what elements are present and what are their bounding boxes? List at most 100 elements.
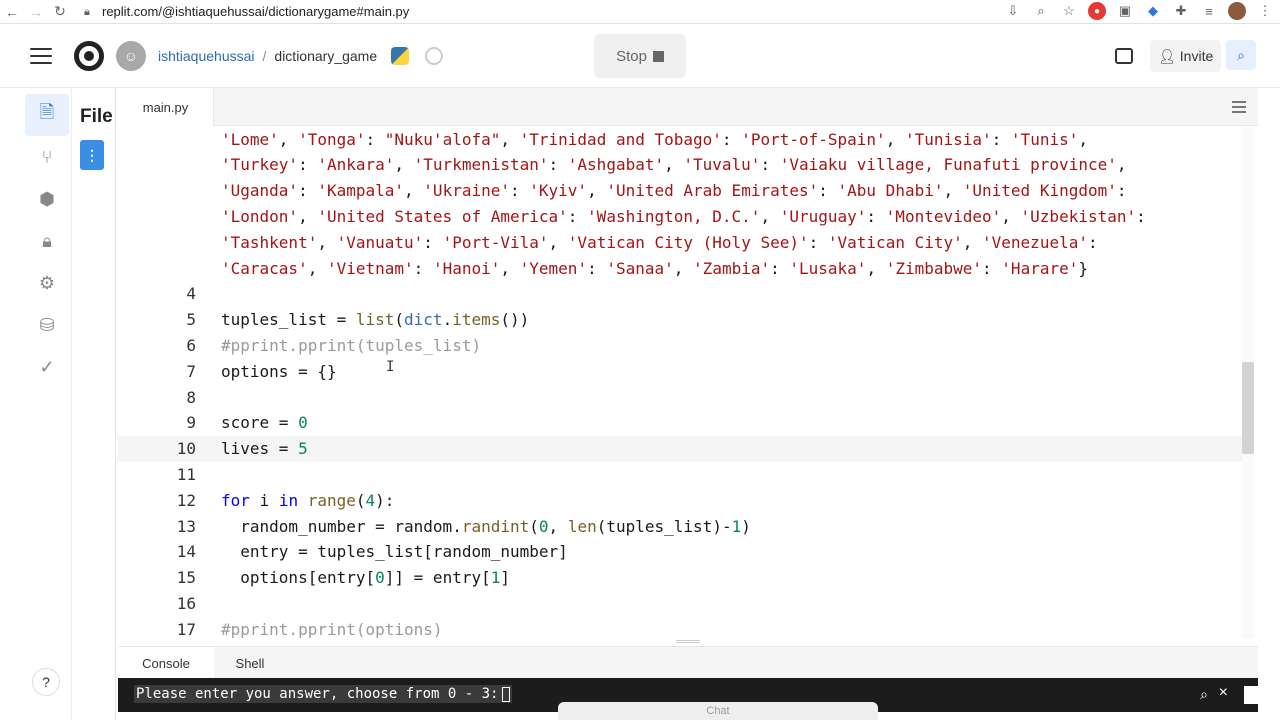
code-text: random_number = random.randint(0, len(tu… [221, 516, 751, 536]
tab-console[interactable]: Console [118, 647, 214, 679]
code-line[interactable]: 17 #pprint.pprint(options) [118, 616, 1242, 638]
code-text: for i in range(4): [221, 490, 395, 510]
user-avatar[interactable]: ☺ [116, 40, 146, 71]
line-number: 16 [176, 593, 196, 613]
repl-name[interactable]: dictionary_game [274, 48, 377, 64]
files-panel-title: File [80, 106, 113, 127]
text-cursor-icon: I [386, 359, 395, 375]
editor-menu-icon[interactable] [1232, 101, 1246, 113]
left-rail: 🗎︎ ⑂ ⬢ 🔒︎ ⚙ ⛁ ✓ ? [22, 88, 72, 720]
lock-icon: 🔒︎ [84, 5, 90, 18]
invite-button-label: Invite [1179, 48, 1214, 64]
code-area[interactable]: 'Lome', 'Tonga': "Nuku'alofa", 'Trinidad… [118, 126, 1258, 638]
chat-icon[interactable] [1115, 48, 1133, 64]
replit-logo-icon[interactable] [74, 40, 104, 71]
code-text: 'Turkey': 'Ankara', 'Turkmenistan': 'Ash… [221, 155, 1127, 175]
code-line[interactable]: 'Lome', 'Tonga': "Nuku'alofa", 'Trinidad… [118, 126, 1242, 152]
code-line[interactable]: 9 score = 0 [118, 410, 1242, 436]
username-link[interactable]: ishtiaquehussai [158, 48, 255, 64]
python-icon [391, 46, 410, 65]
code-text: #pprint.pprint(tuples_list) [221, 335, 482, 355]
code-text: 'London', 'United States of America': 'W… [221, 206, 1146, 226]
tab-shell[interactable]: Shell [214, 647, 286, 679]
settings-gear-icon[interactable]: ⚙ [22, 262, 72, 304]
code-text: #pprint.pprint(options) [221, 619, 443, 638]
code-line[interactable]: 'Turkey': 'Ankara', 'Turkmenistan': 'Ash… [118, 152, 1242, 178]
extension-blue-icon[interactable]: ◆ [1144, 2, 1162, 20]
code-line[interactable]: 15 options[entry[0]] = entry[1] [118, 565, 1242, 591]
code-line[interactable]: 12 for i in range(4): [118, 487, 1242, 513]
code-line[interactable]: 16 [118, 590, 1242, 616]
line-number: 9 [186, 413, 196, 433]
playlist-icon[interactable]: ≡ [1200, 2, 1218, 20]
zoom-icon[interactable]: ⌕ [1032, 2, 1050, 20]
extension-red-icon[interactable]: ● [1088, 2, 1106, 20]
more-menu-icon[interactable]: ⋮ [1256, 2, 1274, 20]
code-line[interactable]: 8 [118, 384, 1242, 410]
line-number: 4 [186, 284, 196, 304]
console-cursor [502, 686, 511, 702]
stop-button[interactable]: Stop [594, 34, 686, 78]
console-tab-bar: Console Shell [118, 646, 1258, 679]
code-text: 'Tashkent', 'Vanuatu': 'Port-Vila', 'Vat… [221, 232, 1098, 252]
profile-avatar-icon[interactable] [1228, 2, 1246, 20]
packages-icon[interactable]: ⬢ [22, 178, 72, 220]
editor-scroll-thumb[interactable] [1242, 362, 1254, 454]
url-text: replit.com/@ishtiaquehussai/dictionaryga… [102, 4, 410, 19]
code-line[interactable]: 5 tuples_list = list(dict.items()) [118, 307, 1242, 333]
files-menu-icon[interactable]: ⋮ [80, 140, 104, 170]
reload-icon[interactable]: ↻ [48, 0, 72, 24]
checkmark-icon[interactable]: ✓ [22, 346, 72, 388]
line-number: 17 [176, 619, 196, 638]
line-number: 7 [186, 361, 196, 381]
code-line[interactable]: 14 entry = tuples_list[random_number] [118, 539, 1242, 565]
invite-button[interactable]: 👤︎ Invite [1150, 40, 1222, 72]
line-number: 12 [176, 490, 196, 510]
code-line[interactable]: 'London', 'United States of America': 'W… [118, 203, 1242, 229]
console-edge [1244, 686, 1258, 704]
secrets-lock-icon[interactable]: 🔒︎ [22, 220, 72, 262]
console-prompt: Please enter you answer, choose from 0 -… [134, 685, 513, 703]
stop-square-icon [652, 50, 664, 62]
line-number: 13 [176, 516, 196, 536]
console-search-icon[interactable]: ⌕ [1200, 686, 1208, 703]
hamburger-menu-icon[interactable] [30, 47, 52, 64]
install-icon[interactable]: ⇩ [1004, 2, 1022, 20]
code-text: 'Uganda': 'Kampala', 'Ukraine': 'Kyiv', … [221, 181, 1127, 201]
panel-resize-handle[interactable] [676, 640, 700, 643]
star-icon[interactable]: ☆ [1060, 2, 1078, 20]
tab-main-py[interactable]: main.py [118, 88, 214, 126]
back-icon[interactable]: ← [0, 0, 24, 24]
history-icon[interactable] [425, 46, 444, 65]
add-person-icon: 👤︎ [1158, 47, 1176, 64]
code-line[interactable]: 10 lives = 5 [118, 435, 1242, 462]
extension-box-icon[interactable]: ▣ [1116, 2, 1134, 20]
chat-widget[interactable]: Chat [558, 702, 878, 720]
line-number: 15 [176, 568, 196, 588]
files-panel: File ⋮ [72, 88, 116, 720]
address-bar[interactable]: 🔒︎ replit.com/@ishtiaquehussai/dictionar… [84, 4, 409, 19]
stop-button-label: Stop [616, 47, 647, 65]
code-line[interactable]: 'Uganda': 'Kampala', 'Ukraine': 'Kyiv', … [118, 178, 1242, 204]
code-text: lives = 5 [221, 439, 308, 459]
version-control-icon[interactable]: ⑂ [22, 136, 72, 178]
search-icon[interactable]: ⌕ [1226, 40, 1256, 70]
code-line[interactable]: 4 [118, 281, 1242, 307]
code-text: 'Caracas', 'Vietnam': 'Hanoi', 'Yemen': … [221, 258, 1088, 278]
code-line[interactable]: 11 [118, 461, 1242, 487]
help-icon[interactable]: ? [32, 668, 60, 696]
console-close-icon[interactable]: × [1219, 684, 1228, 702]
code-line[interactable]: 13 random_number = random.randint(0, len… [118, 513, 1242, 539]
line-number: 5 [186, 310, 196, 330]
code-editor: main.py 'Lome', 'Tonga': "Nuku'alofa", '… [118, 88, 1258, 638]
forward-icon[interactable]: → [24, 0, 48, 24]
puzzle-icon[interactable]: ✚ [1172, 2, 1190, 20]
files-icon[interactable]: 🗎︎ [25, 94, 69, 136]
code-line[interactable]: 'Tashkent', 'Vanuatu': 'Port-Vila', 'Vat… [118, 229, 1242, 255]
code-line[interactable]: 6 #pprint.pprint(tuples_list) [118, 332, 1242, 358]
database-icon[interactable]: ⛁ [22, 304, 72, 346]
code-line[interactable]: 7 options = {} [118, 358, 1242, 384]
code-text: entry = tuples_list[random_number] [221, 542, 568, 562]
line-number: 8 [186, 387, 196, 407]
code-line[interactable]: 'Caracas', 'Vietnam': 'Hanoi', 'Yemen': … [118, 255, 1242, 281]
